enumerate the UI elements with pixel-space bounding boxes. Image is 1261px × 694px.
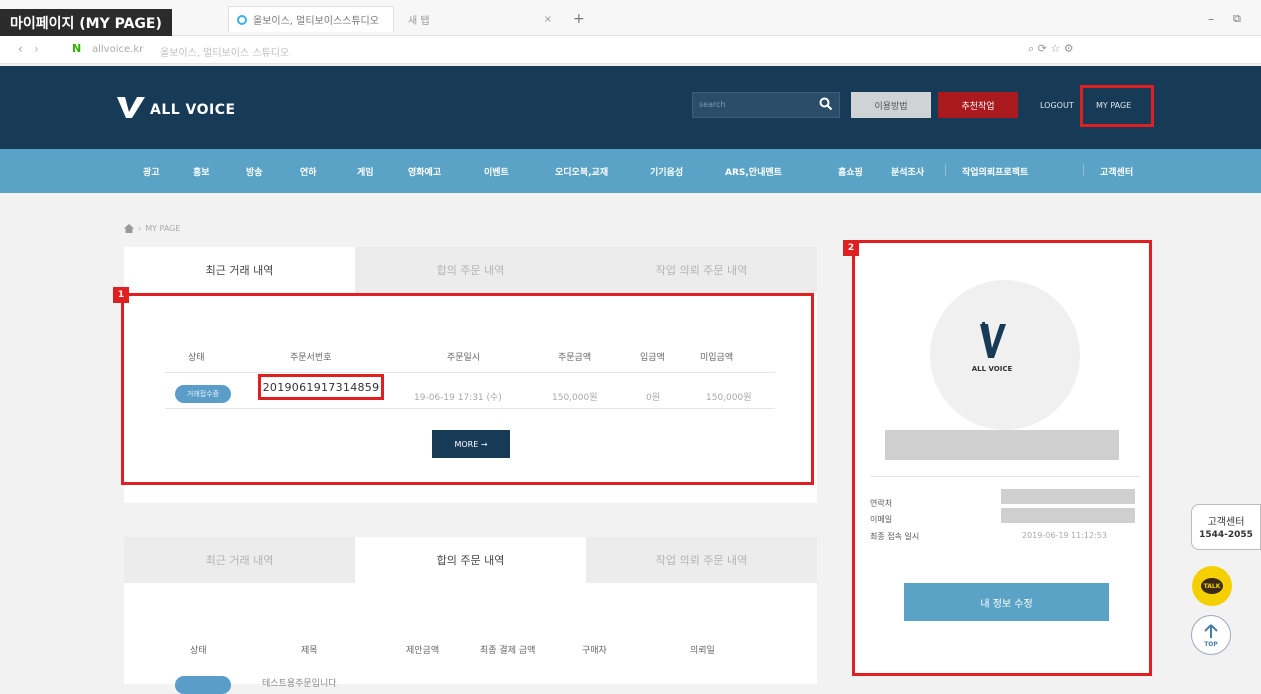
minimize-icon[interactable]: – <box>1200 6 1222 32</box>
tabs-section-2: 최근 거래 내역 합의 주문 내역 작업 의뢰 주문 내역 <box>124 537 817 583</box>
page-title-label: 마이페이지 (MY PAGE) <box>0 9 172 37</box>
home-icon[interactable] <box>124 224 134 233</box>
annotation-box-1 <box>121 293 814 485</box>
nav-item-yeonha[interactable]: 연하 <box>300 165 317 178</box>
main-nav: 광고 홍보 방송 연하 게임 영화예고 이벤트 오디오북,교재 기기음성 ARS… <box>0 149 1261 193</box>
col-header-proposed: 제안금액 <box>406 646 440 656</box>
col-header-title: 제목 <box>301 646 318 656</box>
nav-item-event[interactable]: 이벤트 <box>484 165 509 178</box>
nav-item-broadcast[interactable]: 방송 <box>246 165 263 178</box>
back-icon[interactable]: ‹ <box>18 42 23 56</box>
nav-item-trailer[interactable]: 영화예고 <box>408 165 441 178</box>
scroll-top-button[interactable]: TOP <box>1191 615 1231 655</box>
allvoice-logo-icon[interactable] <box>116 94 146 120</box>
tab-work-request-orders[interactable]: 작업 의뢰 주문 내역 <box>586 247 817 293</box>
tab-recent-transactions-2[interactable]: 최근 거래 내역 <box>124 537 355 583</box>
nav-item-customer-center[interactable]: 고객센터 <box>1100 165 1133 178</box>
nav-item-audiobook[interactable]: 오디오북,교재 <box>555 165 608 178</box>
address-bar[interactable]: ‹ › N allvoice.kr 올보이스, 멀티보이스 스튜디오 ⌕ ⟳ ☆… <box>0 36 1261 64</box>
top-label: TOP <box>1204 641 1218 648</box>
browser-tab-title: 올보이스, 멀티보이스스튜디오 <box>253 16 379 27</box>
nav-item-promo[interactable]: 홍보 <box>193 165 210 178</box>
annotation-tag-1: 1 <box>113 287 129 303</box>
nav-divider <box>945 164 946 176</box>
breadcrumb-current: MY PAGE <box>145 224 181 233</box>
customer-center-title: 고객센터 <box>1207 517 1245 528</box>
browser-tab-title: 새 탭 <box>408 15 430 27</box>
nav-item-ad[interactable]: 광고 <box>143 165 160 178</box>
annotation-tag-2: 2 <box>843 240 859 256</box>
col-header-status-2: 상태 <box>190 646 207 656</box>
tab-agreed-orders-2[interactable]: 합의 주문 내역 <box>355 537 586 583</box>
breadcrumb: › MY PAGE <box>124 224 180 233</box>
url-domain: allvoice.kr <box>92 44 144 55</box>
col-header-buyer: 구매자 <box>582 646 607 656</box>
forward-icon[interactable]: › <box>34 42 39 56</box>
status-badge-2 <box>175 676 231 694</box>
nav-item-ars[interactable]: ARS,안내멘트 <box>725 165 782 178</box>
guide-button[interactable]: 이용방법 <box>851 92 931 118</box>
search-icon[interactable] <box>819 97 833 111</box>
nav-item-research[interactable]: 분석조사 <box>891 165 924 178</box>
browser-tab-new[interactable]: 새 탭 × <box>400 6 560 32</box>
search-placeholder: search <box>699 100 726 109</box>
kakao-talk-button[interactable]: TALK <box>1192 566 1232 606</box>
naver-icon[interactable]: N <box>72 42 81 55</box>
tab-recent-transactions[interactable]: 최근 거래 내역 <box>124 247 355 293</box>
url-page-title: 올보이스, 멀티보이스 스튜디오 <box>160 48 290 59</box>
nav-item-game[interactable]: 게임 <box>357 165 374 178</box>
mypage-highlight-box <box>1080 85 1154 127</box>
new-tab-icon[interactable]: + <box>565 6 593 32</box>
site-favicon-icon <box>237 14 247 25</box>
customer-center-widget[interactable]: 고객센터 1544-2055 <box>1191 504 1261 550</box>
tab-work-request-orders-2[interactable]: 작업 의뢰 주문 내역 <box>586 537 817 583</box>
cell-title[interactable]: 테스트용주문입니다 <box>262 676 337 689</box>
site-header: ALL VOICE search 이용방법 추천작업 LOGOUT MY PAG… <box>0 66 1261 149</box>
customer-center-phone: 1544-2055 <box>1199 530 1253 540</box>
annotation-box-2 <box>852 240 1152 676</box>
logo-text[interactable]: ALL VOICE <box>150 102 236 118</box>
close-tab-icon[interactable]: × <box>544 14 552 25</box>
browser-tab-bar: 올보이스, 멀티보이스스튜디오 새 탭 × + – ⧉ <box>0 0 1261 36</box>
tab-agreed-orders[interactable]: 합의 주문 내역 <box>355 247 586 293</box>
nav-divider <box>1083 164 1084 176</box>
maximize-icon[interactable]: ⧉ <box>1225 6 1249 32</box>
col-header-request-date: 의뢰일 <box>690 646 715 656</box>
nav-item-device-voice[interactable]: 기기음성 <box>650 165 683 178</box>
logout-link[interactable]: LOGOUT <box>1040 101 1074 110</box>
browser-toolbar-icons[interactable]: ⌕ ⟳ ☆ ⚙ <box>1028 42 1074 56</box>
browser-tab-allvoice[interactable]: 올보이스, 멀티보이스스튜디오 <box>228 6 394 32</box>
nav-item-project[interactable]: 작업의뢰프로젝트 <box>962 165 1028 178</box>
col-header-final-payment: 최종 결제 금액 <box>480 646 536 656</box>
arrow-up-icon <box>1204 624 1218 638</box>
nav-item-homeshopping[interactable]: 홈쇼핑 <box>838 165 863 178</box>
recommend-button[interactable]: 추천작업 <box>938 92 1018 118</box>
tabs-section-1: 최근 거래 내역 합의 주문 내역 작업 의뢰 주문 내역 <box>124 247 817 293</box>
search-input[interactable]: search <box>692 92 840 118</box>
talk-bubble-icon: TALK <box>1201 578 1223 594</box>
breadcrumb-sep: › <box>138 224 142 233</box>
agreed-orders-panel <box>124 583 817 684</box>
